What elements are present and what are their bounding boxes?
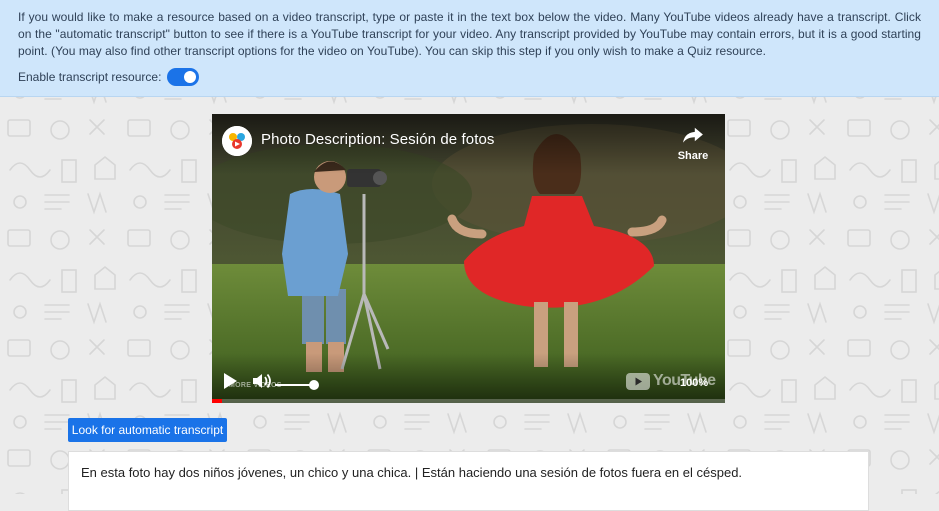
transcript-info-panel: If you would like to make a resource bas…	[0, 0, 939, 97]
enable-transcript-toggle[interactable]	[167, 68, 200, 86]
progress-fill	[212, 399, 223, 403]
look-for-transcript-button[interactable]: Look for automatic transcript	[68, 418, 227, 442]
volume-icon	[253, 373, 271, 389]
share-button[interactable]: Share	[676, 126, 710, 162]
transcript-instructions: If you would like to make a resource bas…	[18, 10, 921, 58]
channel-logo-icon[interactable]	[222, 126, 252, 156]
zoom-level: 100%	[680, 377, 709, 389]
volume-knob[interactable]	[309, 380, 319, 390]
progress-bar[interactable]	[212, 399, 725, 403]
video-title[interactable]: Photo Description: Sesión de fotos	[261, 131, 495, 148]
share-label: Share	[677, 150, 709, 162]
player-controls: MORE VIDEOS YouTube 100%	[212, 363, 725, 403]
toggle-label: Enable transcript resource:	[18, 70, 162, 84]
share-icon	[683, 127, 703, 143]
transcript-toggle-row: Enable transcript resource:	[18, 68, 921, 86]
youtube-logo-icon	[626, 372, 650, 390]
transcript-textarea[interactable]: En esta foto hay dos niños jóvenes, un c…	[68, 451, 869, 511]
toggle-knob	[184, 71, 197, 83]
volume-button[interactable]	[252, 372, 272, 395]
volume-slider[interactable]	[275, 378, 319, 392]
youtube-video-player[interactable]: Photo Description: Sesión de fotos Share…	[212, 114, 725, 403]
